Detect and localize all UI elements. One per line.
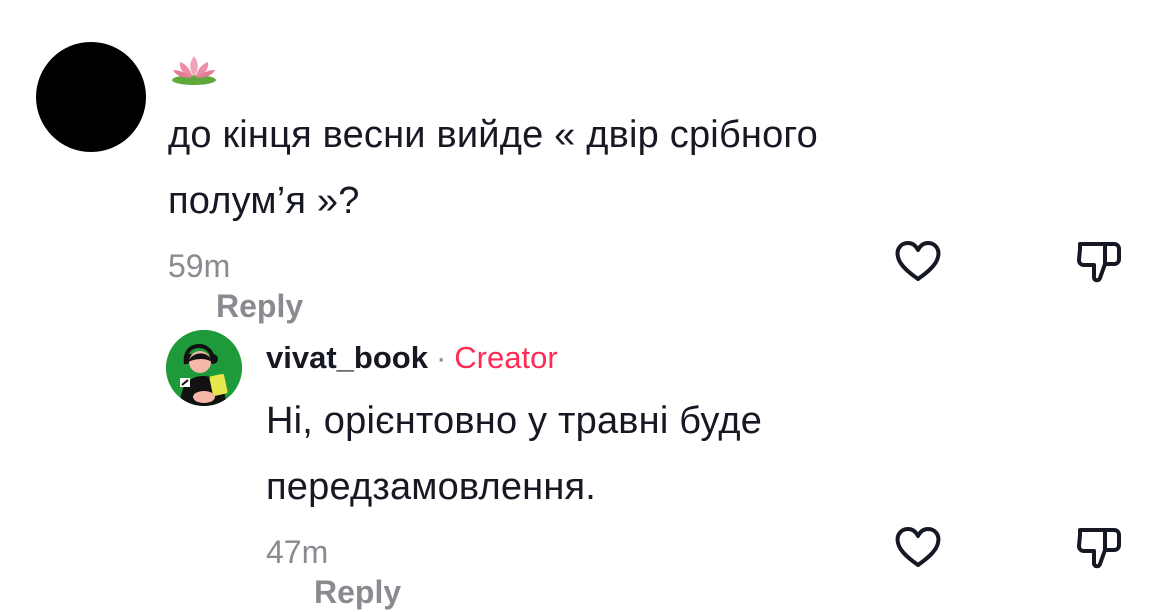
reply-text-line: Ні, орієнтовно у травні буде <box>266 400 763 442</box>
comment-text: до кінця весни вийде « двір срібного пол… <box>168 102 988 234</box>
comment-meta: 59m Reply <box>168 246 303 326</box>
heart-outline-icon[interactable] <box>890 520 946 576</box>
creator-badge: Creator <box>454 340 558 375</box>
comment-text-line: полум’я »? <box>168 180 360 222</box>
username[interactable]: vivat_book <box>266 340 428 375</box>
reply-button[interactable]: Reply <box>314 572 401 612</box>
reply-text: Ні, орієнтовно у травні буде передзамовл… <box>266 388 906 520</box>
thumbs-down-outline-icon[interactable] <box>1070 234 1126 290</box>
comment-time: 59m <box>168 248 231 284</box>
reply-button[interactable]: Reply <box>216 286 303 326</box>
commenter-avatar[interactable] <box>36 42 146 152</box>
reply-time: 47m <box>266 534 329 570</box>
reply-text-line: передзамовлення. <box>266 466 597 508</box>
heart-outline-icon[interactable] <box>890 234 946 290</box>
reply-meta: 47m Reply <box>266 532 401 612</box>
reply-header: vivat_book · Creator <box>266 338 558 378</box>
lotus-emoji-icon[interactable] <box>168 52 220 86</box>
separator-dot: · <box>435 340 447 375</box>
creator-avatar[interactable] <box>166 330 242 406</box>
comment-text-line: до кінця весни вийде « двір срібного <box>168 114 818 156</box>
thumbs-down-outline-icon[interactable] <box>1070 520 1126 576</box>
